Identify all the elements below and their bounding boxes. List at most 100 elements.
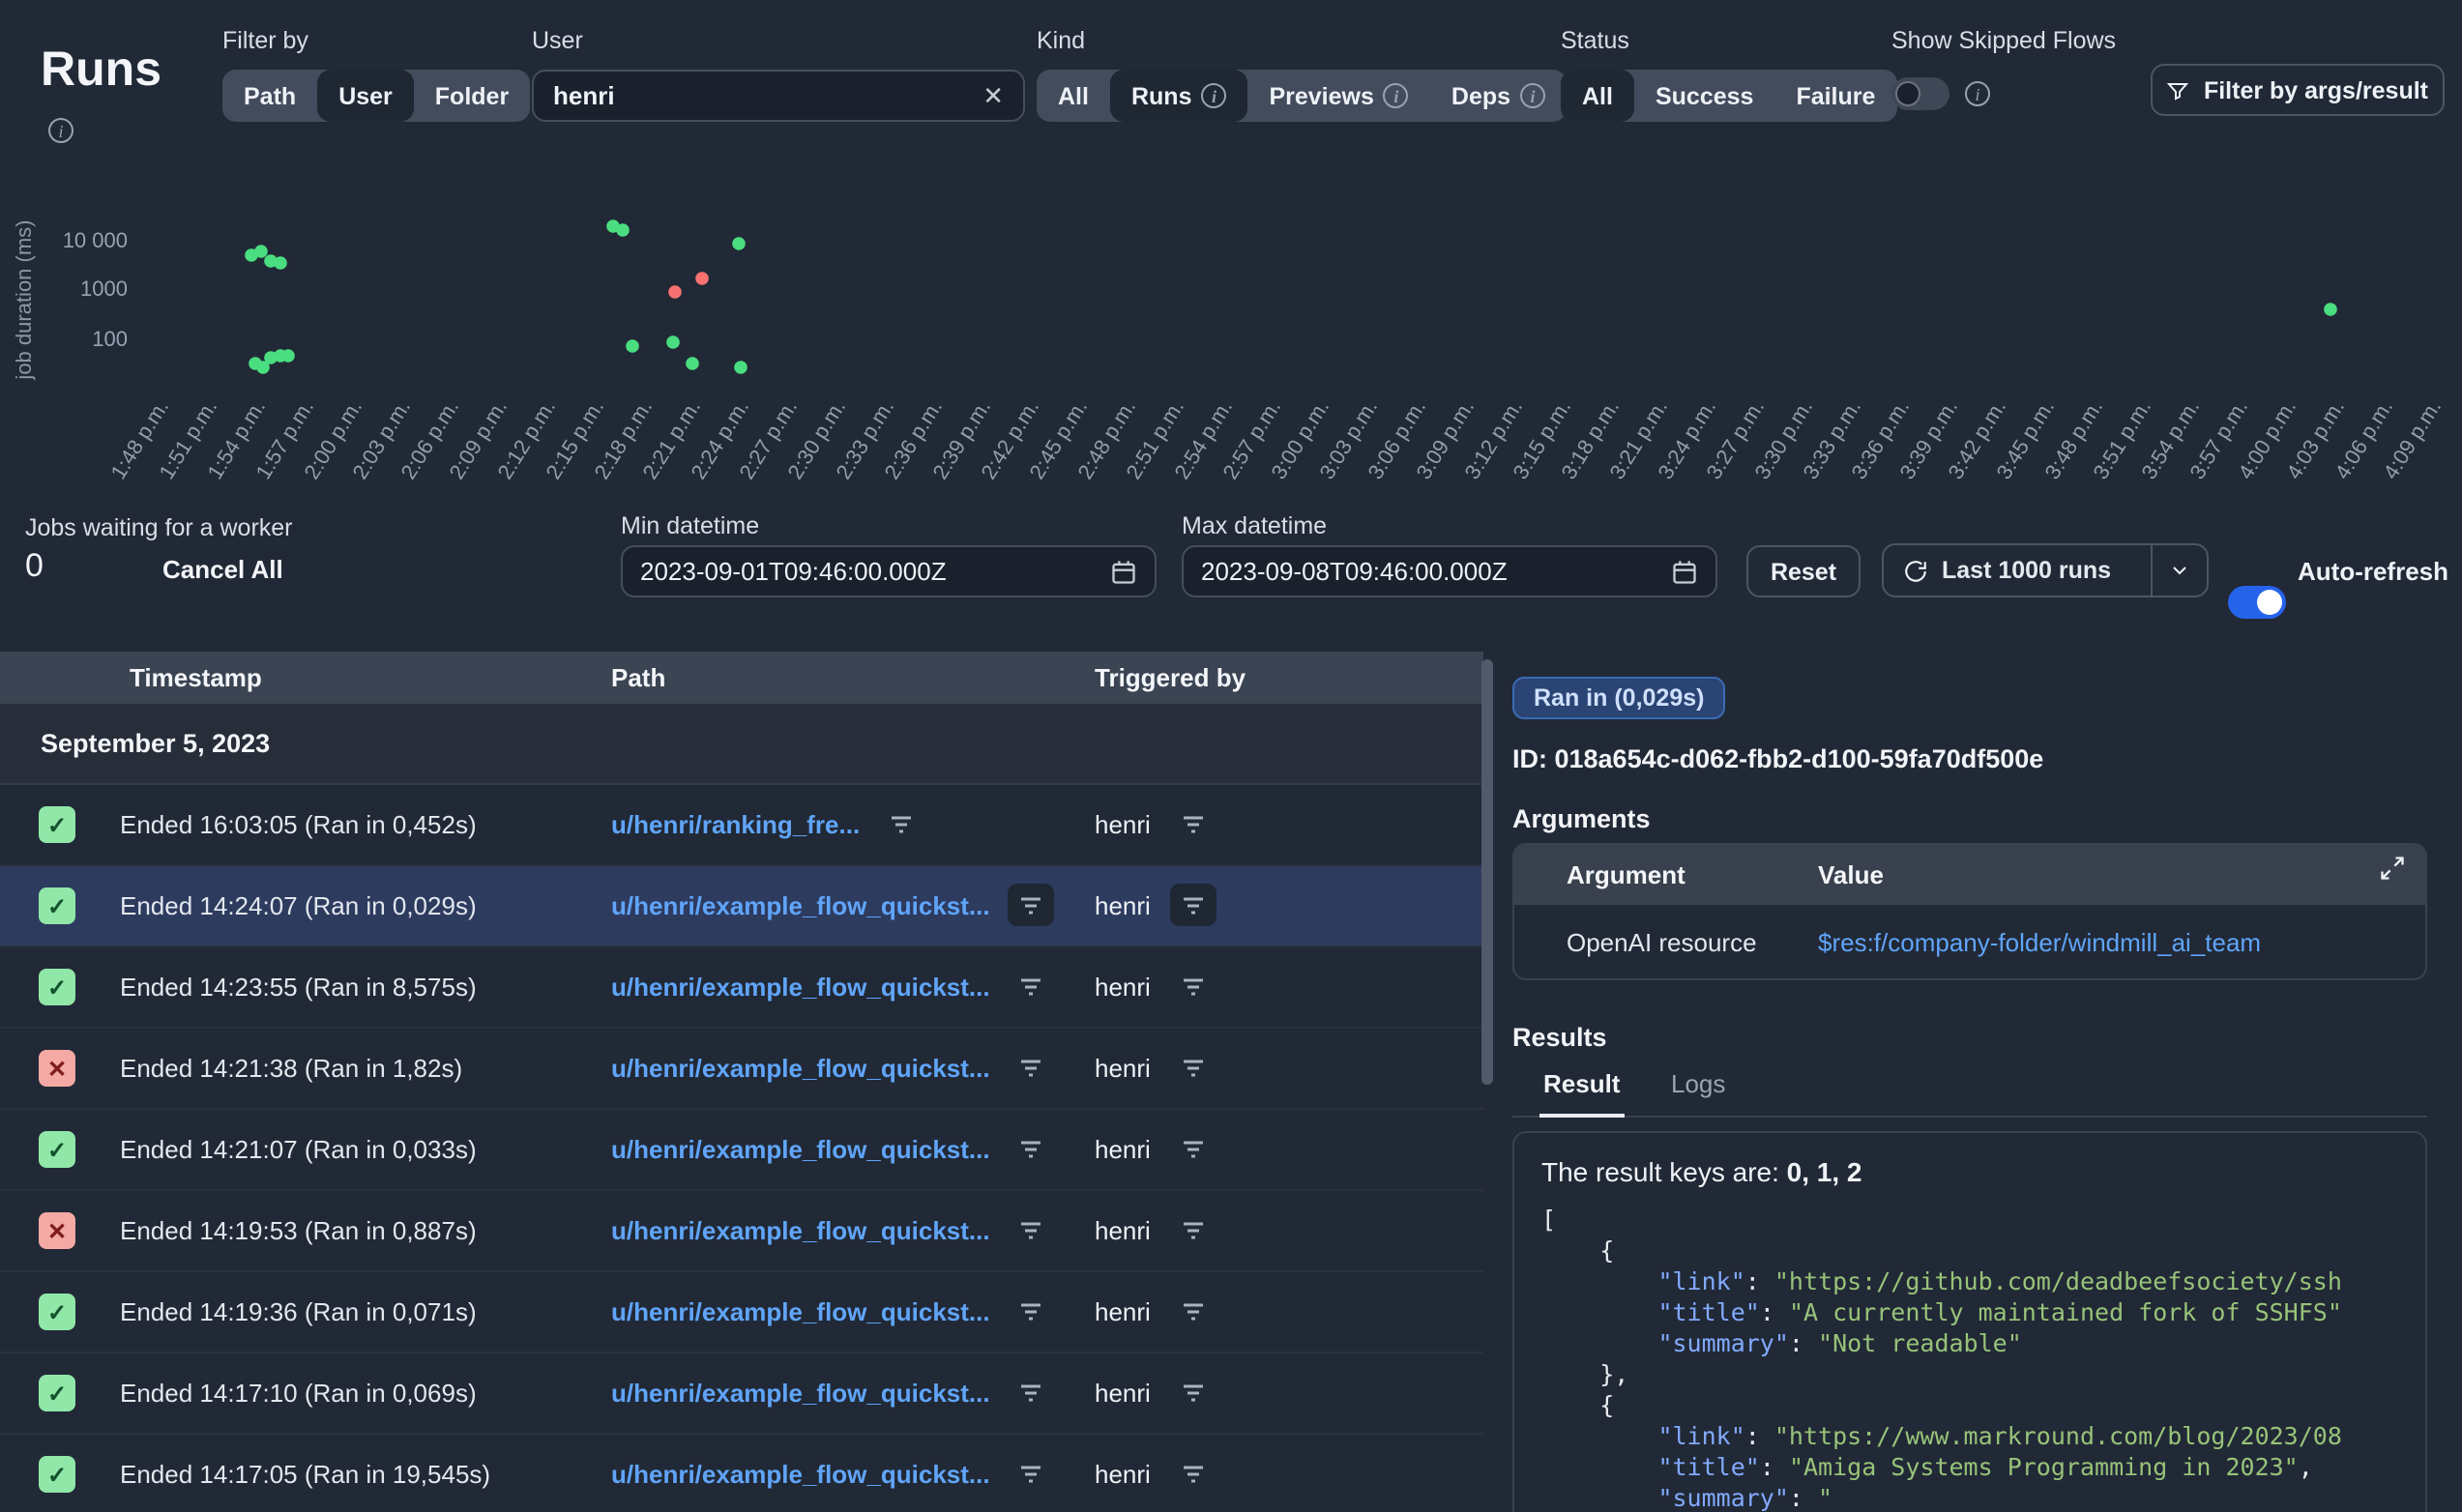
run-dot-success[interactable] (734, 361, 747, 374)
filter-by-user-button[interactable] (1170, 884, 1216, 926)
run-path-link[interactable]: u/henri/example_flow_quickst... (611, 1296, 990, 1325)
kind-deps-option[interactable]: Depsi (1430, 70, 1567, 122)
run-path-link[interactable]: u/henri/example_flow_quickst... (611, 1378, 990, 1407)
table-row[interactable]: ✓✕ Ended 14:17:05 (Ran in 19,545s) u/hen… (0, 1435, 1483, 1512)
filter-by-path-button[interactable] (1008, 1371, 1054, 1413)
last-runs-button[interactable]: Last 1000 runs (1884, 545, 2151, 596)
table-row[interactable]: ✓✕ Ended 14:21:38 (Ran in 1,82s) u/henri… (0, 1029, 1483, 1110)
argument-value-link[interactable]: $res:f/company-folder/windmill_ai_team (1818, 927, 2261, 956)
expand-icon (2379, 855, 2406, 882)
run-dot-success[interactable] (616, 223, 630, 237)
run-dot-success[interactable] (732, 237, 746, 250)
run-dot-success[interactable] (666, 335, 680, 349)
filter-by-path-button[interactable] (1008, 1046, 1054, 1089)
kind-previews-option[interactable]: Previewsi (1247, 70, 1429, 122)
run-path-link[interactable]: u/henri/example_flow_quickst... (611, 1134, 990, 1163)
run-path-link[interactable]: u/henri/example_flow_quickst... (611, 890, 990, 919)
table-row[interactable]: ✓✕ Ended 16:03:05 (Ran in 0,452s) u/henr… (0, 785, 1483, 866)
filter-by-path-button[interactable] (1008, 965, 1054, 1007)
filter-by-user-button[interactable] (1170, 1290, 1216, 1332)
result-json-line: "title": "Amiga Systems Programming in 2… (1541, 1452, 2398, 1483)
show-skipped-info-icon[interactable]: i (1965, 81, 1990, 106)
run-dot-success[interactable] (626, 339, 639, 353)
runs-table-body: ✓✕ Ended 16:03:05 (Ran in 0,452s) u/henr… (0, 785, 1483, 1512)
run-timestamp: Ended 14:17:10 (Ran in 0,069s) (120, 1379, 477, 1408)
kind-all-option[interactable]: All (1037, 70, 1110, 122)
show-skipped-label: Show Skipped Flows (1891, 27, 2116, 54)
max-datetime-input[interactable] (1201, 557, 1627, 586)
filter-by-path-option[interactable]: Path (222, 70, 317, 122)
filter-by-user-option[interactable]: User (317, 70, 414, 122)
cancel-all-button[interactable]: Cancel All (162, 555, 283, 584)
table-row[interactable]: ✓✕ Ended 14:21:07 (Ran in 0,033s) u/henr… (0, 1110, 1483, 1191)
tab-logs[interactable]: Logs (1671, 1069, 1725, 1098)
reset-button[interactable]: Reset (1746, 545, 1861, 597)
kind-runs-option[interactable]: Runsi (1110, 70, 1248, 122)
filter-by-path-button[interactable] (1008, 1290, 1054, 1332)
run-triggered-by: henri (1095, 1215, 1151, 1244)
filter-by-folder-option[interactable]: Folder (414, 70, 530, 122)
clear-user-filter-icon[interactable]: ✕ (963, 80, 1023, 111)
auto-refresh-toggle[interactable] (2228, 586, 2286, 619)
filter-by-user-button[interactable] (1170, 1046, 1216, 1089)
filter-by-user-button[interactable] (1170, 802, 1216, 845)
calendar-icon[interactable] (1671, 558, 1698, 585)
table-scrollbar[interactable] (1481, 659, 1493, 1085)
status-failure-option[interactable]: Failure (1774, 70, 1896, 122)
min-datetime-input[interactable] (640, 557, 1066, 586)
table-row[interactable]: ✓✕ Ended 14:24:07 (Ran in 0,029s) u/henr… (0, 866, 1483, 947)
triggered-by-column-header: Triggered by (1095, 663, 1246, 692)
runs-page: Runs i Filter by Path User Folder User ✕… (0, 0, 2462, 1512)
filter-by-user-button[interactable] (1170, 1208, 1216, 1251)
table-row[interactable]: ✓✕ Ended 14:19:53 (Ran in 0,887s) u/henr… (0, 1191, 1483, 1272)
calendar-icon[interactable] (1110, 558, 1137, 585)
filter-by-user-button[interactable] (1170, 1127, 1216, 1170)
kind-deps-info-icon[interactable]: i (1520, 83, 1545, 108)
filter-bars-icon (1182, 1056, 1205, 1079)
filter-by-args-button[interactable]: Filter by args/result (2151, 64, 2445, 116)
run-dot-failure[interactable] (668, 285, 682, 299)
filter-by-path-button[interactable] (1008, 1127, 1054, 1170)
table-row[interactable]: ✓✕ Ended 14:19:36 (Ran in 0,071s) u/henr… (0, 1272, 1483, 1353)
status-success-option[interactable]: Success (1634, 70, 1774, 122)
kind-runs-info-icon[interactable]: i (1201, 83, 1226, 108)
filter-by-user-button[interactable] (1170, 965, 1216, 1007)
run-dot-success[interactable] (686, 357, 699, 370)
expand-arguments-button[interactable] (2379, 855, 2406, 882)
scatter-plot-area (149, 164, 2427, 387)
filter-by-path-button[interactable] (1008, 884, 1054, 926)
filter-by-segmented: Path User Folder (222, 70, 530, 122)
run-dot-success[interactable] (254, 245, 268, 258)
filter-by-path-button[interactable] (1008, 1208, 1054, 1251)
status-all-option[interactable]: All (1561, 70, 1634, 122)
filter-by-user-button[interactable] (1170, 1371, 1216, 1413)
filter-by-path-button[interactable] (1008, 1452, 1054, 1495)
run-dot-failure[interactable] (695, 272, 709, 285)
run-dot-success[interactable] (281, 349, 295, 363)
run-path-link[interactable]: u/henri/ranking_fre... (611, 809, 860, 838)
tab-result[interactable]: Result (1543, 1069, 1620, 1098)
run-timestamp: Ended 14:19:53 (Ran in 0,887s) (120, 1216, 477, 1245)
run-status-icon: ✓✕ (39, 969, 75, 1005)
filter-by-path-button[interactable] (877, 802, 923, 845)
run-path-link[interactable]: u/henri/example_flow_quickst... (611, 1215, 990, 1244)
run-timestamp: Ended 14:23:55 (Ran in 8,575s) (120, 973, 477, 1002)
run-path-link[interactable]: u/henri/example_flow_quickst... (611, 1053, 990, 1082)
run-dot-success[interactable] (2324, 303, 2337, 316)
y-axis-tick-label: 10 000 (27, 230, 128, 253)
last-runs-dropdown-button[interactable] (2151, 545, 2207, 596)
table-row[interactable]: ✓✕ Ended 14:17:10 (Ran in 0,069s) u/henr… (0, 1353, 1483, 1435)
filter-by-user-button[interactable] (1170, 1452, 1216, 1495)
argument-row: OpenAI resource $res:f/company-folder/wi… (1514, 903, 2425, 978)
table-row[interactable]: ✓✕ Ended 14:23:55 (Ran in 8,575s) u/henr… (0, 947, 1483, 1029)
run-path-link[interactable]: u/henri/example_flow_quickst... (611, 1459, 990, 1488)
kind-previews-info-icon[interactable]: i (1384, 83, 1409, 108)
jobs-waiting-label: Jobs waiting for a worker (25, 514, 293, 541)
runs-info-icon[interactable]: i (48, 118, 73, 143)
run-dot-success[interactable] (274, 256, 287, 270)
show-skipped-toggle[interactable] (1891, 77, 1949, 110)
run-path-link[interactable]: u/henri/example_flow_quickst... (611, 972, 990, 1001)
user-filter-input[interactable] (534, 81, 963, 110)
run-triggered-by: henri (1095, 1378, 1151, 1407)
result-json-line: "title": "A currently maintained fork of… (1541, 1297, 2398, 1328)
